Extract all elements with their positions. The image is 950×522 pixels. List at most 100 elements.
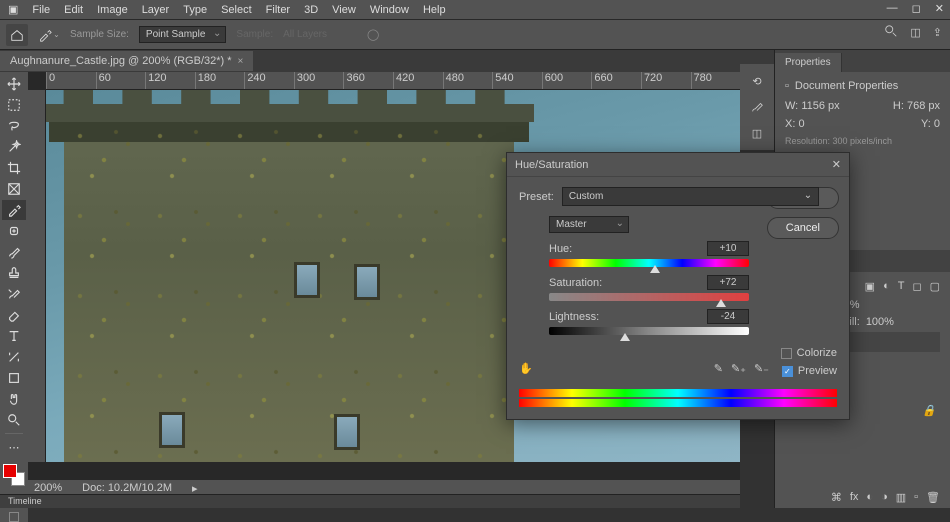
marquee-tool[interactable] (2, 95, 26, 115)
colorize-checkbox[interactable]: Colorize (781, 347, 837, 359)
color-swatch[interactable] (3, 464, 25, 486)
brush-tool[interactable] (2, 242, 26, 262)
new-layer-icon[interactable]: ▫ (914, 491, 918, 504)
properties-title: Document Properties (795, 80, 898, 92)
eyedropper-tool[interactable] (2, 200, 26, 220)
menu-select[interactable]: Select (221, 4, 252, 16)
eyedropper-icon[interactable]: ⌄ (38, 24, 60, 46)
mask-icon[interactable]: ◐ (866, 491, 873, 504)
fx-icon[interactable]: fx (850, 491, 859, 504)
lightness-value[interactable]: -24 (707, 309, 749, 324)
status-chevron-icon[interactable]: ▸ (192, 482, 198, 495)
sample-value: All Layers (283, 29, 327, 40)
menu-view[interactable]: View (332, 4, 356, 16)
eyedropper-sub-icon[interactable]: ✎₋ (754, 362, 769, 375)
properties-panel: ▫ Document Properties W: 1156 pxH: 768 p… (775, 72, 950, 154)
menu-type[interactable]: Type (183, 4, 207, 16)
restore-icon[interactable]: ◻ (912, 2, 921, 15)
ruler-horizontal[interactable]: 060120180240300360420480540600660720780 (46, 72, 740, 90)
eyedropper-set-icon[interactable]: ✎ (714, 362, 723, 375)
foreground-color[interactable] (3, 464, 17, 478)
menu-3d[interactable]: 3D (304, 4, 318, 16)
menu-window[interactable]: Window (370, 4, 409, 16)
channel-dropdown[interactable]: Master (549, 216, 629, 233)
close-icon[interactable]: ✕ (832, 158, 841, 171)
close-window-icon[interactable]: ✕ (935, 2, 944, 15)
app-icon: ▣ (8, 3, 18, 16)
clone-panel-icon[interactable]: ◫ (744, 122, 770, 144)
folder-icon[interactable]: ▥ (896, 491, 906, 504)
timeline-panel[interactable]: Timeline (0, 494, 740, 508)
lightness-label: Lightness: (549, 311, 599, 323)
screenmode-icon[interactable] (9, 512, 19, 522)
lightness-slider[interactable]: Lightness: -24 (549, 309, 749, 335)
menu-file[interactable]: File (32, 4, 50, 16)
sample-size-label: Sample Size: (70, 29, 129, 40)
filter-smart-icon[interactable]: ▢ (930, 280, 940, 293)
crop-tool[interactable] (2, 158, 26, 178)
zoom-tool[interactable] (2, 410, 26, 430)
sample-size-dropdown[interactable]: Point Sample (139, 26, 226, 43)
eyedropper-group: ✎ ✎₊ ✎₋ (714, 362, 769, 375)
wand-tool[interactable] (2, 137, 26, 157)
saturation-label: Saturation: (549, 277, 602, 289)
share-icon[interactable]: ⇪ (933, 26, 942, 39)
workspace-icon[interactable]: ◫ (910, 26, 920, 39)
eraser-tool[interactable] (2, 305, 26, 325)
ring-icon[interactable]: ◯ (367, 28, 379, 41)
menu-bar: ▣ File Edit Image Layer Type Select Filt… (0, 0, 950, 20)
menu-filter[interactable]: Filter (266, 4, 290, 16)
hue-slider[interactable]: Hue:+10 (549, 241, 749, 267)
filter-adjust-icon[interactable]: ◐ (883, 280, 890, 293)
history-icon[interactable]: ⟲ (744, 70, 770, 92)
home-button[interactable] (6, 24, 28, 46)
brush-panel-icon[interactable] (744, 96, 770, 118)
document-tab[interactable]: Aughnanure_Castle.jpg @ 200% (RGB/32*) *… (0, 51, 253, 71)
menu-help[interactable]: Help (423, 4, 446, 16)
resolution-text: Resolution: 300 pixels/inch (785, 136, 940, 146)
history-brush-tool[interactable] (2, 284, 26, 304)
lasso-tool[interactable] (2, 116, 26, 136)
menu-image[interactable]: Image (97, 4, 128, 16)
filter-pixel-icon[interactable]: ▣ (865, 280, 875, 293)
link-icon[interactable]: ⌘ (831, 491, 842, 504)
hue-value[interactable]: +10 (707, 241, 749, 256)
layer-bottom-icons: ⌘ fx ◐ ◑ ▥ ▫ 🗑 (831, 491, 940, 504)
preset-label: Preset: (519, 191, 554, 203)
fill-value[interactable]: 100% (866, 316, 894, 328)
collapsed-panels: ⟲ ◫ (740, 64, 774, 150)
heal-tool[interactable] (2, 221, 26, 241)
preset-dropdown[interactable]: Custom (562, 187, 819, 206)
adjust-icon[interactable]: ◑ (881, 491, 888, 504)
hue-saturation-dialog: Hue/Saturation ✕ OK Cancel Preset: Custo… (506, 152, 850, 420)
stamp-tool[interactable] (2, 263, 26, 283)
minimize-icon[interactable]: — (887, 2, 898, 15)
dialog-titlebar[interactable]: Hue/Saturation ✕ (507, 153, 849, 177)
trash-icon[interactable]: 🗑 (926, 491, 940, 504)
tab-properties[interactable]: Properties (775, 53, 842, 72)
saturation-slider[interactable]: Saturation: +72 (549, 275, 749, 301)
cancel-button[interactable]: Cancel (767, 217, 839, 239)
menu-edit[interactable]: Edit (64, 4, 83, 16)
tab-close-icon[interactable]: × (238, 56, 244, 67)
hand-tool[interactable] (2, 389, 26, 409)
frame-tool[interactable] (2, 179, 26, 199)
search-icon[interactable] (884, 24, 898, 41)
eyedropper-add-icon[interactable]: ✎₊ (731, 362, 746, 375)
path-tool[interactable] (2, 347, 26, 367)
zoom-level[interactable]: 200% (34, 482, 62, 494)
edit-toolbar-icon[interactable]: ⋯ (2, 437, 26, 457)
filter-shape-icon[interactable]: ◻ (912, 280, 921, 293)
doc-size[interactable]: Doc: 10.2M/10.2M (82, 482, 172, 494)
type-tool[interactable] (2, 326, 26, 346)
saturation-value[interactable]: +72 (707, 275, 749, 290)
hand-icon[interactable]: ✋ (519, 362, 533, 375)
ruler-vertical[interactable] (28, 90, 46, 462)
move-tool[interactable] (2, 74, 26, 94)
options-bar: ⌄ Sample Size: Point Sample Sample: All … (0, 20, 950, 50)
preview-checkbox[interactable]: ✓Preview (782, 365, 837, 377)
shape-tool[interactable] (2, 368, 26, 388)
lock-icon: 🔒 (922, 404, 936, 417)
menu-layer[interactable]: Layer (142, 4, 170, 16)
filter-type-icon[interactable]: T (898, 280, 905, 293)
